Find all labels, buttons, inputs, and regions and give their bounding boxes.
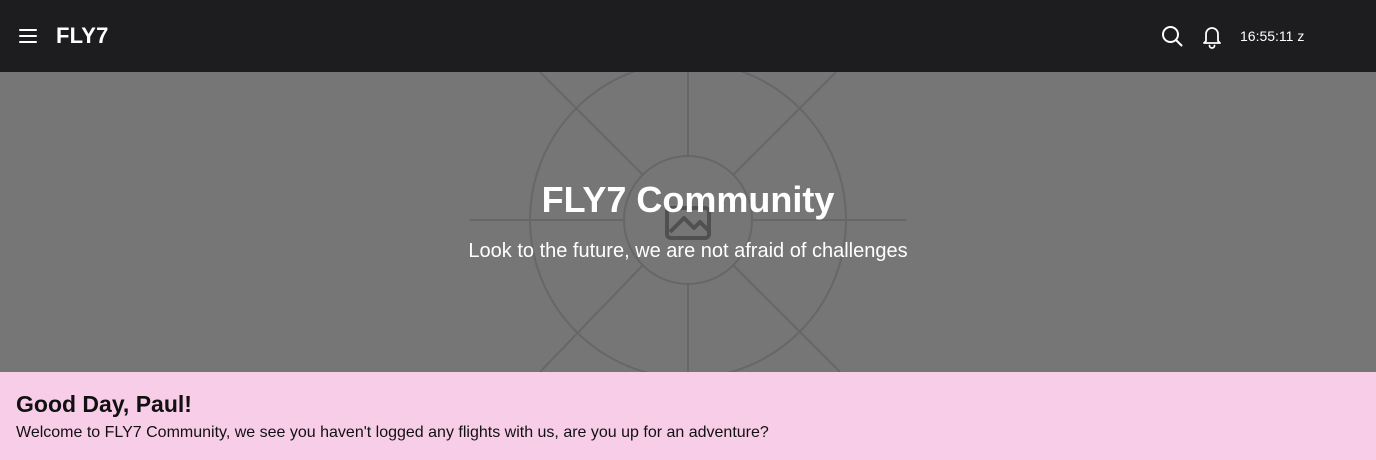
hero-banner: FLY7 Community Look to the future, we ar… — [0, 72, 1376, 372]
image-placeholder-icon — [470, 72, 906, 372]
greeting-panel: Good Day, Paul! Welcome to FLY7 Communit… — [0, 372, 1376, 460]
bell-icon — [1203, 27, 1221, 49]
notifications-button[interactable] — [1199, 22, 1225, 50]
greeting-message: Welcome to FLY7 Community, we see you ha… — [16, 424, 769, 441]
top-bar: FLY7 16:55:11 z — [0, 0, 1376, 72]
hero-subtitle: Look to the future, we are not afraid of… — [468, 240, 908, 262]
brand-logo[interactable]: FLY7 — [56, 21, 109, 51]
hero-title: FLY7 Community — [541, 179, 835, 220]
zulu-clock: 16:55:11 z — [1240, 28, 1305, 44]
menu-button[interactable] — [14, 22, 42, 50]
search-icon — [1162, 26, 1183, 47]
hamburger-menu-icon — [19, 29, 37, 43]
greeting-title: Good Day, Paul! — [16, 391, 192, 417]
search-button[interactable] — [1159, 23, 1185, 49]
